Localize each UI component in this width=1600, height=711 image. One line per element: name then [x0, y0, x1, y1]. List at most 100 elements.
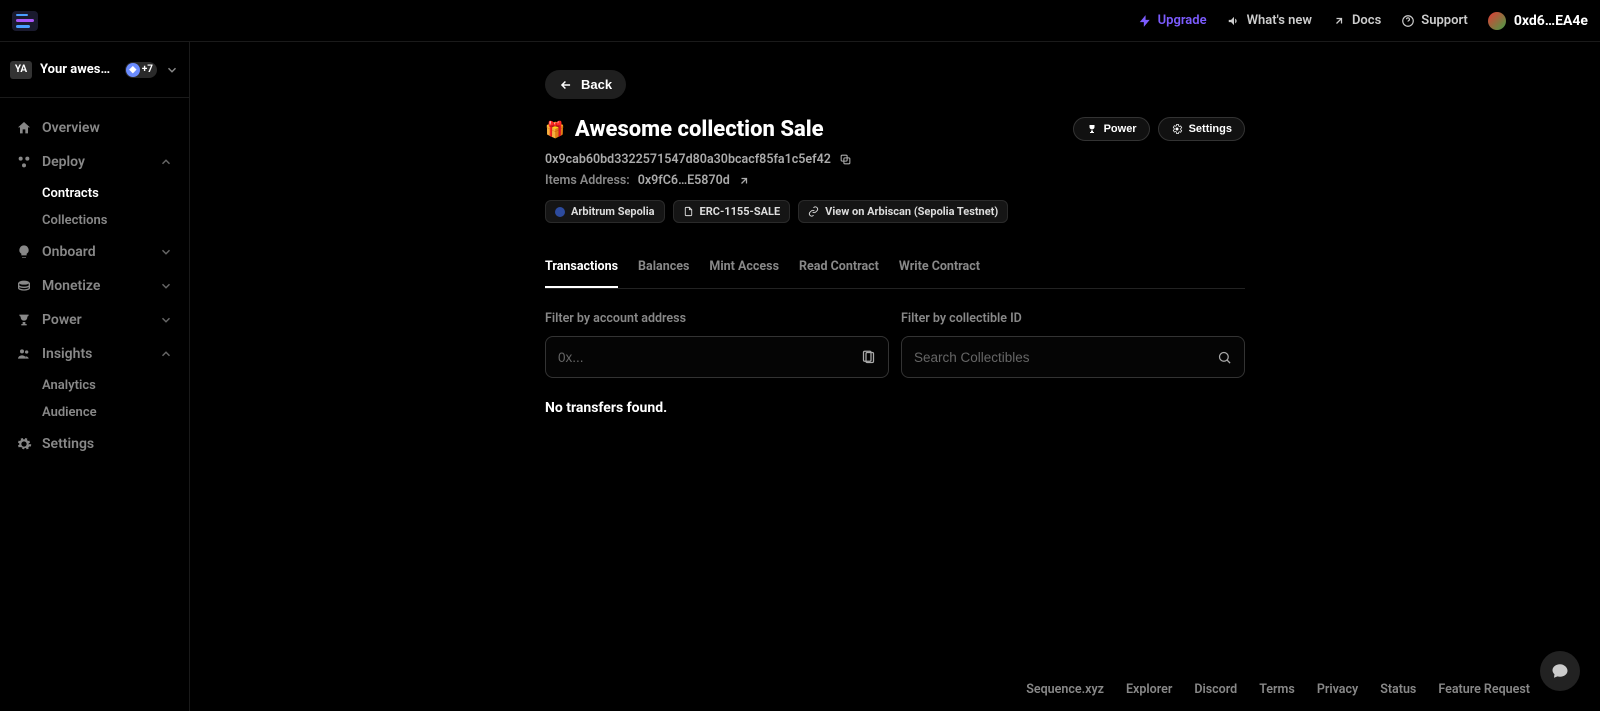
standard-chip[interactable]: ERC-1155-SALE [673, 200, 791, 223]
power-label: Power [1104, 123, 1137, 135]
home-icon [16, 120, 32, 136]
explorer-chip[interactable]: View on Arbiscan (Sepolia Testnet) [798, 200, 1008, 223]
filter-collectible-label: Filter by collectible ID [901, 311, 1245, 326]
sidebar-item-label: Monetize [42, 278, 100, 294]
chain-icon: ◆ [126, 63, 140, 77]
back-label: Back [581, 77, 612, 92]
filter-account-input[interactable] [558, 350, 860, 365]
copy-icon[interactable] [839, 153, 852, 166]
project-selector[interactable]: YA Your aweso… ◆ +7 [0, 42, 189, 98]
chat-icon [1551, 662, 1569, 680]
page-title-icon: 🎁 [545, 120, 565, 139]
sidebar-item-overview[interactable]: Overview [8, 112, 181, 144]
sidebar-item-label: Deploy [42, 154, 85, 170]
chevron-down-icon [159, 279, 173, 293]
wallet-button[interactable]: 0xd6…EA4e [1488, 12, 1588, 30]
tab-transactions[interactable]: Transactions [545, 249, 618, 288]
explorer-label: View on Arbiscan (Sepolia Testnet) [825, 205, 998, 218]
power-button[interactable]: Power [1073, 117, 1150, 141]
whats-new-label: What's new [1247, 13, 1312, 28]
bolt-icon [1138, 14, 1152, 28]
sidebar-item-label: Overview [42, 120, 100, 136]
sidebar-item-label: Settings [42, 436, 94, 452]
footer-link-terms[interactable]: Terms [1259, 682, 1295, 697]
support-link[interactable]: Support [1401, 13, 1468, 28]
sidebar-item-analytics[interactable]: Analytics [42, 372, 181, 399]
sidebar-item-contracts[interactable]: Contracts [42, 180, 181, 207]
support-label: Support [1421, 13, 1468, 28]
sidebar-item-monetize[interactable]: Monetize [8, 270, 181, 302]
trophy-icon [1086, 123, 1098, 135]
project-name: Your aweso… [40, 62, 117, 77]
gear-icon [16, 436, 32, 452]
items-address-label: Items Address: [545, 173, 630, 188]
sidebar-item-insights[interactable]: Insights [8, 338, 181, 370]
chain-count-chip: ◆ +7 [125, 62, 157, 78]
coins-icon [16, 278, 32, 294]
users-icon [16, 346, 32, 362]
footer-link-feature-request[interactable]: Feature Request [1438, 682, 1530, 697]
sidebar-item-label: Insights [42, 346, 92, 362]
topbar: Upgrade What's new Docs Support [0, 0, 1600, 42]
chevron-down-icon [159, 313, 173, 327]
megaphone-icon [1227, 14, 1241, 28]
settings-button[interactable]: Settings [1158, 117, 1245, 141]
chevron-up-icon [159, 155, 173, 169]
network-icon [555, 207, 565, 217]
sidebar: YA Your aweso… ◆ +7 Overview [0, 42, 190, 711]
link-icon [808, 206, 819, 217]
tab-mint-access[interactable]: Mint Access [709, 249, 779, 288]
empty-state: No transfers found. [545, 400, 1245, 416]
docs-link[interactable]: Docs [1332, 13, 1381, 28]
footer-link-explorer[interactable]: Explorer [1126, 682, 1172, 697]
filter-account-label: Filter by account address [545, 311, 889, 326]
items-address: 0x9fC6…E5870d [638, 173, 730, 188]
wallet-address: 0xd6…EA4e [1514, 13, 1588, 29]
docs-label: Docs [1352, 13, 1381, 28]
tab-balances[interactable]: Balances [638, 249, 689, 288]
trophy-icon [16, 312, 32, 328]
footer: Sequence.xyz Explorer Discord Terms Priv… [190, 670, 1600, 711]
upgrade-label: Upgrade [1158, 13, 1207, 28]
sidebar-item-settings[interactable]: Settings [8, 428, 181, 460]
footer-link-status[interactable]: Status [1380, 682, 1416, 697]
tab-write-contract[interactable]: Write Contract [899, 249, 980, 288]
whats-new-link[interactable]: What's new [1227, 13, 1312, 28]
network-label: Arbitrum Sepolia [571, 205, 655, 218]
sidebar-item-deploy[interactable]: Deploy [8, 146, 181, 178]
sidebar-item-label: Power [42, 312, 82, 328]
page-title: Awesome collection Sale [575, 117, 824, 142]
arrow-left-icon [559, 78, 573, 92]
help-icon [1401, 14, 1415, 28]
chevron-down-icon [159, 245, 173, 259]
project-avatar: YA [10, 61, 32, 79]
sidebar-item-audience[interactable]: Audience [42, 399, 181, 426]
paste-icon[interactable] [860, 349, 876, 365]
app-logo[interactable] [12, 11, 38, 31]
lightbulb-icon [16, 244, 32, 260]
sidebar-item-onboard[interactable]: Onboard [8, 236, 181, 268]
standard-label: ERC-1155-SALE [700, 205, 781, 218]
upgrade-link[interactable]: Upgrade [1138, 13, 1207, 28]
settings-label: Settings [1189, 123, 1232, 135]
chat-fab[interactable] [1540, 651, 1580, 691]
sidebar-item-label: Onboard [42, 244, 96, 260]
network-chip[interactable]: Arbitrum Sepolia [545, 200, 665, 223]
tab-read-contract[interactable]: Read Contract [799, 249, 879, 288]
sidebar-item-power[interactable]: Power [8, 304, 181, 336]
back-button[interactable]: Back [545, 70, 626, 99]
chain-count: +7 [142, 64, 153, 75]
footer-link-discord[interactable]: Discord [1194, 682, 1237, 697]
main-content: Back 🎁 Awesome collection Sale Power [190, 42, 1600, 711]
wallet-avatar-icon [1488, 12, 1506, 30]
contract-address: 0x9cab60bd3322571547d80a30bcacf85fa1c5ef… [545, 152, 831, 167]
chevron-up-icon [159, 347, 173, 361]
filter-collectible-input[interactable] [914, 350, 1216, 365]
sidebar-item-collections[interactable]: Collections [42, 207, 181, 234]
tabs: Transactions Balances Mint Access Read C… [545, 249, 1245, 289]
footer-link-privacy[interactable]: Privacy [1317, 682, 1358, 697]
search-icon[interactable] [1216, 349, 1232, 365]
footer-link-sequence[interactable]: Sequence.xyz [1026, 682, 1104, 697]
external-link-icon[interactable] [738, 175, 750, 187]
external-link-icon [1332, 14, 1346, 28]
